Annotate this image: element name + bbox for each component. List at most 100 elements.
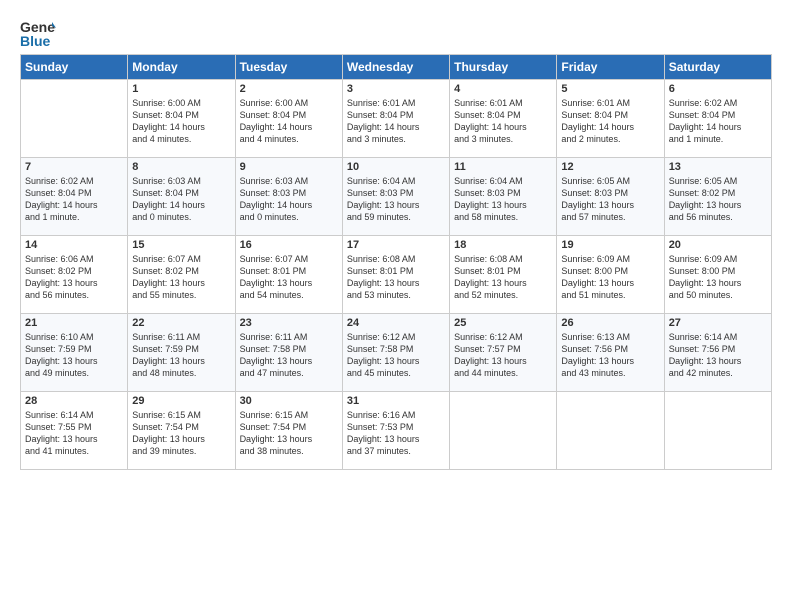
day-number: 23 bbox=[240, 317, 338, 329]
day-info: Sunrise: 6:07 AM Sunset: 8:01 PM Dayligh… bbox=[240, 253, 338, 302]
day-number: 8 bbox=[132, 161, 230, 173]
calendar-cell: 13 Sunrise: 6:05 AM Sunset: 8:02 PM Dayli… bbox=[664, 158, 771, 236]
calendar-cell: 15 Sunrise: 6:07 AM Sunset: 8:02 PM Dayli… bbox=[128, 236, 235, 314]
calendar-cell: 28 Sunrise: 6:14 AM Sunset: 7:55 PM Dayli… bbox=[21, 392, 128, 470]
day-number: 30 bbox=[240, 395, 338, 407]
calendar-week-row: 21 Sunrise: 6:10 AM Sunset: 7:59 PM Dayli… bbox=[21, 314, 772, 392]
calendar-cell: 11 Sunrise: 6:04 AM Sunset: 8:03 PM Dayli… bbox=[450, 158, 557, 236]
day-number: 15 bbox=[132, 239, 230, 251]
calendar-cell: 4Sunrise: 6:01 AM Sunset: 8:04 PM Daylig… bbox=[450, 80, 557, 158]
day-info: Sunrise: 6:00 AM Sunset: 8:04 PM Dayligh… bbox=[240, 97, 338, 146]
day-number: 16 bbox=[240, 239, 338, 251]
day-info: Sunrise: 6:12 AM Sunset: 7:58 PM Dayligh… bbox=[347, 331, 445, 380]
day-number: 6 bbox=[669, 83, 767, 95]
calendar-cell: 16 Sunrise: 6:07 AM Sunset: 8:01 PM Dayli… bbox=[235, 236, 342, 314]
main-container: General Blue SundayMondayTuesdayWednesda… bbox=[0, 0, 792, 480]
day-info: Sunrise: 6:15 AM Sunset: 7:54 PM Dayligh… bbox=[132, 409, 230, 458]
calendar-cell: 6 Sunrise: 6:02 AM Sunset: 8:04 PM Daylig… bbox=[664, 80, 771, 158]
day-info: Sunrise: 6:02 AM Sunset: 8:04 PM Dayligh… bbox=[669, 97, 767, 146]
day-info: Sunrise: 6:14 AM Sunset: 7:56 PM Dayligh… bbox=[669, 331, 767, 380]
svg-text:Blue: Blue bbox=[20, 33, 51, 48]
calendar-cell: 31 Sunrise: 6:16 AM Sunset: 7:53 PM Dayli… bbox=[342, 392, 449, 470]
day-number: 3 bbox=[347, 83, 445, 95]
day-number: 13 bbox=[669, 161, 767, 173]
calendar-cell: 1 Sunrise: 6:00 AM Sunset: 8:04 PM Daylig… bbox=[128, 80, 235, 158]
day-header-friday: Friday bbox=[557, 55, 664, 80]
calendar-cell: 14Sunrise: 6:06 AM Sunset: 8:02 PM Dayli… bbox=[21, 236, 128, 314]
day-number: 19 bbox=[561, 239, 659, 251]
day-number: 25 bbox=[454, 317, 552, 329]
day-number: 11 bbox=[454, 161, 552, 173]
calendar-cell: 25 Sunrise: 6:12 AM Sunset: 7:57 PM Dayli… bbox=[450, 314, 557, 392]
day-info: Sunrise: 6:13 AM Sunset: 7:56 PM Dayligh… bbox=[561, 331, 659, 380]
calendar-cell: 23 Sunrise: 6:11 AM Sunset: 7:58 PM Dayli… bbox=[235, 314, 342, 392]
day-info: Sunrise: 6:05 AM Sunset: 8:02 PM Dayligh… bbox=[669, 175, 767, 224]
calendar-cell bbox=[664, 392, 771, 470]
calendar-cell: 10 Sunrise: 6:04 AM Sunset: 8:03 PM Dayli… bbox=[342, 158, 449, 236]
day-info: Sunrise: 6:08 AM Sunset: 8:01 PM Dayligh… bbox=[454, 253, 552, 302]
day-number: 26 bbox=[561, 317, 659, 329]
calendar-cell: 3 Sunrise: 6:01 AM Sunset: 8:04 PM Daylig… bbox=[342, 80, 449, 158]
calendar-cell: 27 Sunrise: 6:14 AM Sunset: 7:56 PM Dayli… bbox=[664, 314, 771, 392]
day-number: 7 bbox=[25, 161, 123, 173]
day-number: 27 bbox=[669, 317, 767, 329]
day-info: Sunrise: 6:04 AM Sunset: 8:03 PM Dayligh… bbox=[347, 175, 445, 224]
day-info: Sunrise: 6:07 AM Sunset: 8:02 PM Dayligh… bbox=[132, 253, 230, 302]
day-info: Sunrise: 6:15 AM Sunset: 7:54 PM Dayligh… bbox=[240, 409, 338, 458]
day-header-thursday: Thursday bbox=[450, 55, 557, 80]
day-header-tuesday: Tuesday bbox=[235, 55, 342, 80]
calendar-cell: 12Sunrise: 6:05 AM Sunset: 8:03 PM Dayli… bbox=[557, 158, 664, 236]
logo-icon: General Blue bbox=[20, 16, 56, 48]
day-info: Sunrise: 6:06 AM Sunset: 8:02 PM Dayligh… bbox=[25, 253, 123, 302]
day-number: 5 bbox=[561, 83, 659, 95]
day-header-wednesday: Wednesday bbox=[342, 55, 449, 80]
calendar-cell: 8 Sunrise: 6:03 AM Sunset: 8:04 PM Daylig… bbox=[128, 158, 235, 236]
day-info: Sunrise: 6:01 AM Sunset: 8:04 PM Dayligh… bbox=[561, 97, 659, 146]
calendar-cell bbox=[557, 392, 664, 470]
day-info: Sunrise: 6:11 AM Sunset: 7:58 PM Dayligh… bbox=[240, 331, 338, 380]
day-number: 29 bbox=[132, 395, 230, 407]
calendar-table: SundayMondayTuesdayWednesdayThursdayFrid… bbox=[20, 54, 772, 470]
calendar-cell: 24Sunrise: 6:12 AM Sunset: 7:58 PM Dayli… bbox=[342, 314, 449, 392]
day-info: Sunrise: 6:14 AM Sunset: 7:55 PM Dayligh… bbox=[25, 409, 123, 458]
calendar-cell: 26 Sunrise: 6:13 AM Sunset: 7:56 PM Dayli… bbox=[557, 314, 664, 392]
day-header-saturday: Saturday bbox=[664, 55, 771, 80]
day-info: Sunrise: 6:04 AM Sunset: 8:03 PM Dayligh… bbox=[454, 175, 552, 224]
day-number: 17 bbox=[347, 239, 445, 251]
calendar-cell: 22Sunrise: 6:11 AM Sunset: 7:59 PM Dayli… bbox=[128, 314, 235, 392]
calendar-cell bbox=[21, 80, 128, 158]
day-info: Sunrise: 6:09 AM Sunset: 8:00 PM Dayligh… bbox=[669, 253, 767, 302]
day-info: Sunrise: 6:01 AM Sunset: 8:04 PM Dayligh… bbox=[454, 97, 552, 146]
day-header-monday: Monday bbox=[128, 55, 235, 80]
calendar-cell: 20 Sunrise: 6:09 AM Sunset: 8:00 PM Dayli… bbox=[664, 236, 771, 314]
day-number: 28 bbox=[25, 395, 123, 407]
day-info: Sunrise: 6:10 AM Sunset: 7:59 PM Dayligh… bbox=[25, 331, 123, 380]
day-number: 31 bbox=[347, 395, 445, 407]
calendar-cell: 21 Sunrise: 6:10 AM Sunset: 7:59 PM Dayli… bbox=[21, 314, 128, 392]
day-header-sunday: Sunday bbox=[21, 55, 128, 80]
day-info: Sunrise: 6:00 AM Sunset: 8:04 PM Dayligh… bbox=[132, 97, 230, 146]
day-info: Sunrise: 6:03 AM Sunset: 8:04 PM Dayligh… bbox=[132, 175, 230, 224]
day-info: Sunrise: 6:09 AM Sunset: 8:00 PM Dayligh… bbox=[561, 253, 659, 302]
calendar-header-row: SundayMondayTuesdayWednesdayThursdayFrid… bbox=[21, 55, 772, 80]
day-info: Sunrise: 6:01 AM Sunset: 8:04 PM Dayligh… bbox=[347, 97, 445, 146]
day-number: 1 bbox=[132, 83, 230, 95]
day-number: 21 bbox=[25, 317, 123, 329]
calendar-cell: 9Sunrise: 6:03 AM Sunset: 8:03 PM Daylig… bbox=[235, 158, 342, 236]
day-info: Sunrise: 6:11 AM Sunset: 7:59 PM Dayligh… bbox=[132, 331, 230, 380]
day-number: 10 bbox=[347, 161, 445, 173]
calendar-cell bbox=[450, 392, 557, 470]
day-info: Sunrise: 6:12 AM Sunset: 7:57 PM Dayligh… bbox=[454, 331, 552, 380]
calendar-cell: 7Sunrise: 6:02 AM Sunset: 8:04 PM Daylig… bbox=[21, 158, 128, 236]
calendar-week-row: 7Sunrise: 6:02 AM Sunset: 8:04 PM Daylig… bbox=[21, 158, 772, 236]
day-number: 20 bbox=[669, 239, 767, 251]
day-info: Sunrise: 6:16 AM Sunset: 7:53 PM Dayligh… bbox=[347, 409, 445, 458]
day-number: 2 bbox=[240, 83, 338, 95]
day-number: 18 bbox=[454, 239, 552, 251]
calendar-cell: 2 Sunrise: 6:00 AM Sunset: 8:04 PM Daylig… bbox=[235, 80, 342, 158]
calendar-cell: 19 Sunrise: 6:09 AM Sunset: 8:00 PM Dayli… bbox=[557, 236, 664, 314]
day-info: Sunrise: 6:08 AM Sunset: 8:01 PM Dayligh… bbox=[347, 253, 445, 302]
calendar-cell: 17 Sunrise: 6:08 AM Sunset: 8:01 PM Dayli… bbox=[342, 236, 449, 314]
day-info: Sunrise: 6:05 AM Sunset: 8:03 PM Dayligh… bbox=[561, 175, 659, 224]
day-number: 9 bbox=[240, 161, 338, 173]
